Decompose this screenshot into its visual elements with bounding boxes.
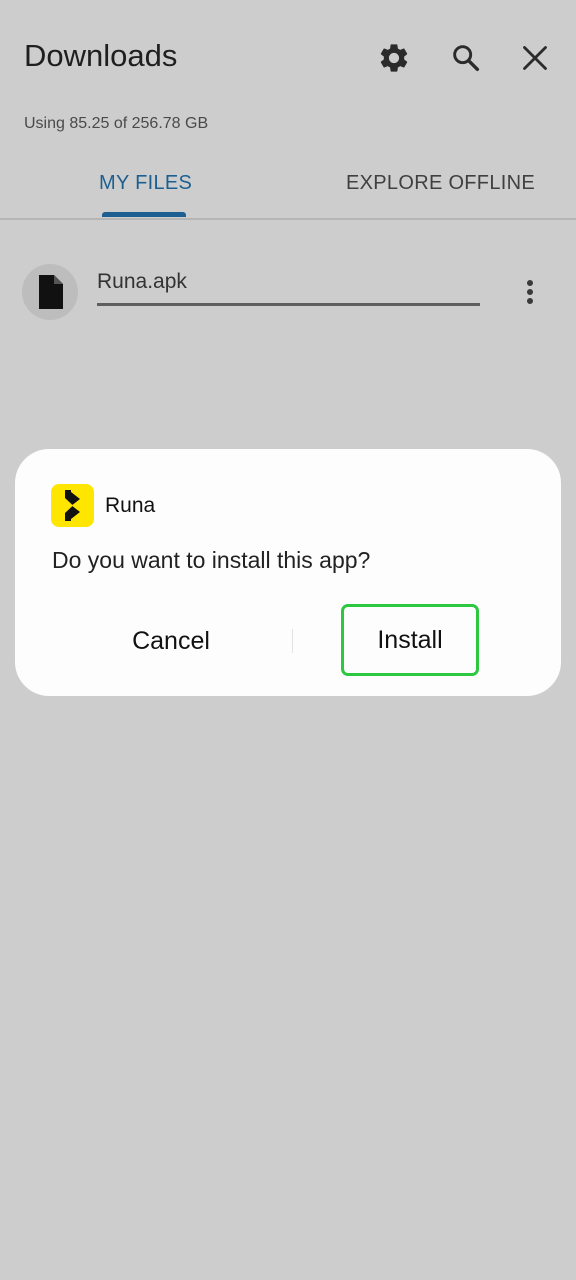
document-icon	[39, 275, 63, 309]
install-dialog: Runa Do you want to install this app? Ca…	[15, 449, 561, 696]
dialog-message: Do you want to install this app?	[52, 547, 371, 573]
download-progress-bar	[97, 303, 480, 306]
file-more-options-button[interactable]	[514, 274, 546, 310]
page-title: Downloads	[24, 38, 178, 73]
settings-button[interactable]	[374, 38, 414, 78]
close-button[interactable]	[515, 38, 555, 78]
more-vert-icon	[527, 280, 533, 304]
search-icon	[453, 45, 480, 72]
file-thumbnail	[22, 264, 78, 320]
tab-my-files[interactable]: MY FILES	[99, 172, 192, 195]
search-button[interactable]	[446, 38, 486, 78]
close-icon	[523, 46, 547, 70]
cancel-button[interactable]: Cancel	[101, 609, 241, 673]
storage-usage-text: Using 85.25 of 256.78 GB	[24, 115, 209, 132]
active-tab-indicator	[102, 212, 186, 217]
file-name: Runa.apk	[97, 270, 187, 293]
button-divider	[292, 629, 293, 653]
file-list-item[interactable]: Runa.apk	[0, 248, 576, 338]
download-progress-fill	[97, 303, 480, 306]
gear-icon	[380, 44, 408, 72]
tab-explore-offline[interactable]: EXPLORE OFFLINE	[346, 172, 535, 195]
install-button[interactable]: Install	[341, 604, 479, 676]
runa-app-icon	[51, 484, 94, 527]
app-bar: Downloads Using 85.25 of 256.78 GB	[0, 0, 576, 132]
dialog-app-name: Runa	[105, 494, 156, 517]
tab-bar: MY FILES EXPLORE OFFLINE	[0, 150, 576, 220]
